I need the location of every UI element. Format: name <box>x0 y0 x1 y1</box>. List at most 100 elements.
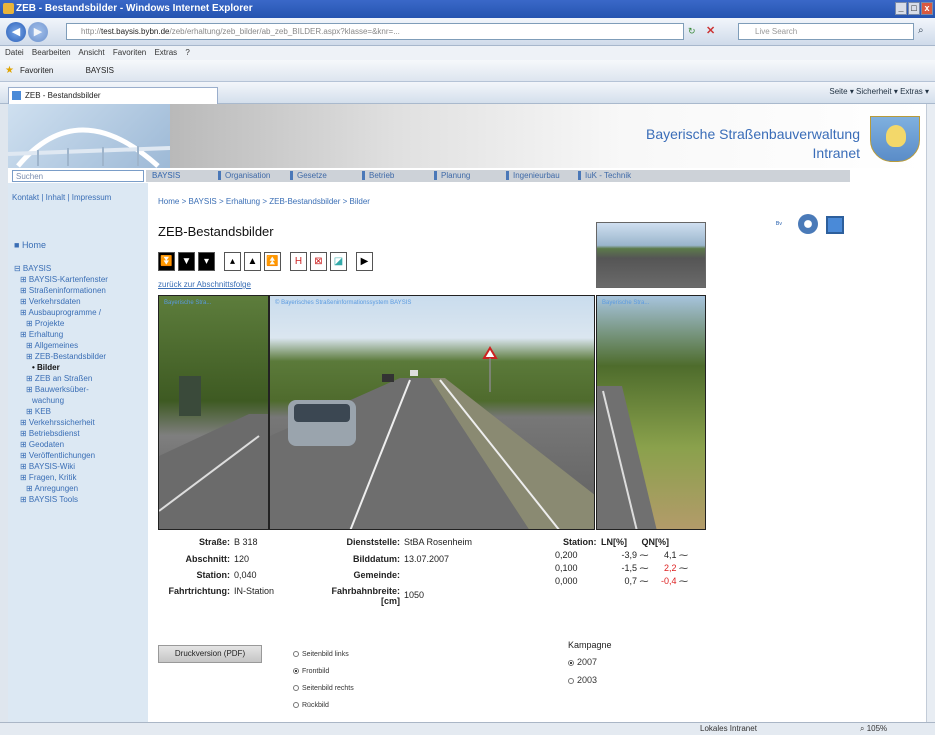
menu-datei[interactable]: Datei <box>5 48 24 57</box>
view-option-radio[interactable]: Seitenbild links <box>293 651 349 658</box>
first-station-button[interactable]: ⏬ <box>158 252 175 271</box>
sidebar-item[interactable]: ⊞ BAYSIS-Kartenfenster <box>20 275 108 284</box>
row-ln: -3,9 <box>621 550 637 560</box>
radio-icon[interactable] <box>568 677 574 684</box>
sidebar-item[interactable]: ⊞ Fragen, Kritik <box>20 473 77 482</box>
qn-trend-icon: ⁓ <box>676 563 689 573</box>
view-option-radio[interactable]: Frontbild <box>293 668 329 675</box>
rear-view-thumbnail[interactable] <box>596 222 706 288</box>
row-qn: 4,1 <box>664 550 677 560</box>
menu-extras[interactable]: Extras <box>154 48 177 57</box>
menu-help[interactable]: ? <box>185 48 189 57</box>
nav-iuk-technik[interactable]: IuK - Technik <box>578 171 631 180</box>
view-option-radio[interactable]: Seitenbild rechts <box>293 685 354 692</box>
table-row: 0,000 0,7 ⁓ -0,4 ⁓ <box>555 576 688 587</box>
sidebar-item[interactable]: ⊞ Betriebsdienst <box>20 429 80 438</box>
play-icon[interactable]: ▶ <box>356 252 373 271</box>
label-bilddatum: Bilddatum: <box>353 554 400 564</box>
menu-bearbeiten[interactable]: Bearbeiten <box>32 48 71 57</box>
sidebar-item[interactable]: ⊞ Ausbauprogramme / <box>20 308 101 317</box>
value-strasse: B 318 <box>234 537 258 547</box>
sidebar-item[interactable]: ⊞ Veröffentlichungen <box>20 451 95 460</box>
sidebar-item[interactable]: • Bilder <box>32 363 60 372</box>
sidebar-item[interactable]: ⊟ BAYSIS <box>14 264 51 273</box>
nav-planung[interactable]: Planung <box>434 171 470 180</box>
step-back-button[interactable]: ▾ <box>198 252 215 271</box>
zoom-level[interactable]: ⌕ 105% <box>860 724 887 734</box>
radio-icon[interactable] <box>293 668 299 675</box>
close-window-button[interactable]: x <box>921 2 933 15</box>
nav-baysis[interactable]: BAYSIS <box>148 171 180 180</box>
chart-icon[interactable]: ⊠ <box>310 252 327 271</box>
sidebar-item[interactable]: ⊞ Anregungen <box>26 484 78 493</box>
sidebar-item[interactable]: ⊞ Verkehrssicherheit <box>20 418 95 427</box>
security-zone: Lokales Intranet <box>700 724 757 733</box>
step-forward-button[interactable]: ▴ <box>224 252 241 271</box>
sidebar-item[interactable]: ⊞ ZEB an Straßen <box>26 374 92 383</box>
gear-icon[interactable] <box>798 214 818 234</box>
vertical-scrollbar[interactable] <box>926 104 935 722</box>
stop-icon[interactable]: ✕ <box>706 24 715 37</box>
nav-betrieb[interactable]: Betrieb <box>362 171 394 180</box>
radio-icon[interactable] <box>293 651 299 658</box>
refresh-icon[interactable]: ↻ <box>688 26 696 37</box>
bavarian-crest-logo <box>870 116 920 162</box>
page-title: ZEB-Bestandsbilder <box>158 224 274 239</box>
ln-trend-icon: ⁓ <box>637 576 649 586</box>
sidebar-item[interactable]: wachung <box>32 396 64 405</box>
kampagne-radio[interactable]: 2003 <box>568 675 597 685</box>
address-bar[interactable]: http://test.baysis.bybn.de/zeb/erhaltung… <box>66 23 684 40</box>
nav-ingenieurbau[interactable]: Ingenieurbau <box>506 171 560 180</box>
pdf-print-button[interactable]: Druckversion (PDF) <box>158 645 262 663</box>
live-search-input[interactable]: Live Search <box>738 23 914 40</box>
sidebar-item[interactable]: ⊞ Straßeninformationen <box>20 286 106 295</box>
row-ln: -1,5 <box>621 563 637 573</box>
photo-front[interactable]: © Bayerisches Straßeninformationssystem … <box>269 295 595 530</box>
site-search-input[interactable]: Suchen <box>12 170 144 182</box>
fast-forward-button[interactable]: ▲ <box>244 252 261 271</box>
meta-links[interactable]: Kontakt | Inhalt | Impressum <box>12 193 111 202</box>
back-button[interactable]: ◀ <box>6 22 26 42</box>
kampagne-radio[interactable]: 2007 <box>568 657 597 667</box>
qn-trend-icon: ⁓ <box>676 576 689 586</box>
nav-organisation[interactable]: Organisation <box>218 171 270 180</box>
view-option-radio[interactable]: Rückbild <box>293 702 329 709</box>
sidebar-item-home[interactable]: ■ Home <box>14 240 46 250</box>
sidebar-item[interactable]: ⊞ BAYSIS-Wiki <box>20 462 75 471</box>
photo-side-left[interactable]: Bayerische Stra... <box>158 295 269 530</box>
save-icon[interactable] <box>826 216 844 234</box>
sidebar-item[interactable]: ⊞ BAYSIS Tools <box>20 495 78 504</box>
forward-button[interactable]: ▶ <box>28 22 48 42</box>
command-bar[interactable]: Seite ▾ Sicherheit ▾ Extras ▾ <box>829 87 929 96</box>
sidebar-item[interactable]: ⊞ Bauwerksüber- <box>26 385 89 394</box>
favorites-item-baysis[interactable]: BAYSIS <box>86 66 114 75</box>
map-icon[interactable]: ◪ <box>330 252 347 271</box>
row-station: 0,100 <box>555 563 578 573</box>
search-go-icon[interactable]: ⌕ <box>918 25 924 36</box>
sidebar-item[interactable]: ⊞ Erhaltung <box>20 330 63 339</box>
bv-icon[interactable]: ᴮᵛ <box>776 220 782 229</box>
maximize-button[interactable]: □ <box>908 2 920 15</box>
row-qn: 2,2 <box>664 563 677 573</box>
sidebar-item[interactable]: ⊞ ZEB-Bestandsbilder <box>26 352 106 361</box>
sidebar-item[interactable]: ⊞ Geodaten <box>20 440 64 449</box>
sidebar-item[interactable]: ⊞ Allgemeines <box>26 341 78 350</box>
nav-gesetze[interactable]: Gesetze <box>290 171 327 180</box>
minimize-button[interactable]: _ <box>895 2 907 15</box>
last-station-button[interactable]: ⏫ <box>264 252 281 271</box>
sidebar-item[interactable]: ⊞ Verkehrsdaten <box>20 297 81 306</box>
fast-back-button[interactable]: ▼ <box>178 252 195 271</box>
radio-icon[interactable] <box>293 702 299 709</box>
radio-icon[interactable] <box>293 685 299 692</box>
split-view-icon[interactable]: H <box>290 252 307 271</box>
tab-zeb-bestandsbilder[interactable]: ZEB - Bestandsbilder <box>8 87 218 104</box>
sidebar-item[interactable]: ⊞ Projekte <box>26 319 64 328</box>
breadcrumb[interactable]: Home > BAYSIS > Erhaltung > ZEB-Bestands… <box>158 197 370 206</box>
favorites-button[interactable]: Favoriten <box>20 66 53 75</box>
menu-favoriten[interactable]: Favoriten <box>113 48 146 57</box>
back-to-section-link[interactable]: zurück zur Abschnittsfolge <box>158 280 251 289</box>
photo-side-right[interactable]: Bayerische Stra... <box>596 295 706 530</box>
radio-icon[interactable] <box>568 659 574 666</box>
sidebar-item[interactable]: ⊞ KEB <box>26 407 51 416</box>
menu-ansicht[interactable]: Ansicht <box>78 48 104 57</box>
